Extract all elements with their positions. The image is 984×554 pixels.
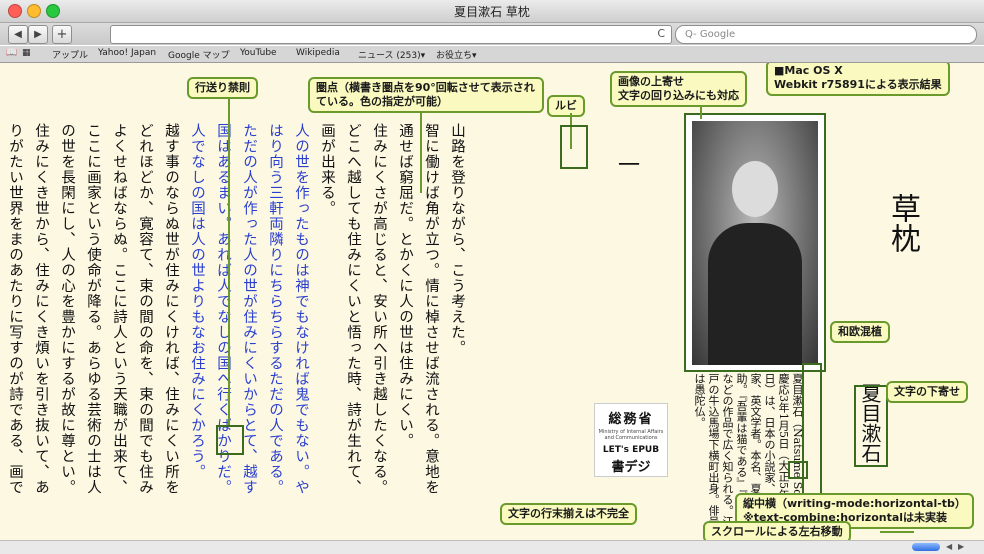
chapter-number: 一 — [614, 153, 639, 175]
scroll-left-icon[interactable]: ◀ — [946, 542, 952, 551]
bookmark-yahoo[interactable]: Yahoo! Japan — [98, 48, 156, 58]
callout-line-image — [700, 107, 702, 119]
horizontal-scrollbar[interactable]: ◀ ▶ — [0, 540, 984, 554]
address-bar[interactable]: C — [110, 25, 672, 44]
scroll-thumb[interactable] — [912, 543, 940, 551]
scroll-right-icon[interactable]: ▶ — [958, 542, 964, 551]
callout-shitayose: 文字の下寄せ — [886, 381, 968, 403]
title-bar: 夏目漱石 草枕 — [0, 0, 984, 23]
tatechuyoko-frame — [788, 461, 808, 479]
callout-line-scroll — [880, 531, 914, 533]
back-button[interactable]: ◀ — [8, 25, 28, 44]
main-text: 山路を登りながら、こう考えた。 智に働けば角が立つ。情に棹させば流される。意地を… — [7, 123, 470, 498]
paragraph-1: 山路を登りながら、こう考えた。 — [449, 123, 465, 356]
bookmark-news[interactable]: ニュース (253)▾ — [358, 48, 425, 61]
ministry-logo: 総務省 Ministry of Internal Affairs and Com… — [594, 403, 668, 477]
logo-brand: 書デジ — [611, 460, 651, 475]
book-icon[interactable]: 📖 — [6, 48, 17, 58]
callout-scroll: スクロールによる左右移動 — [703, 521, 851, 540]
paragraph-5: 越す事のならぬ世が住みにくければ、住みにくい所をどれほどか、寛容て、束の間の命を… — [59, 123, 179, 495]
bookmark-google-maps[interactable]: Google マップ — [168, 48, 230, 61]
page-content: 草枕 夏目漱石（Natsume Soseki）慶応3年1月5日（大正5年12月9… — [0, 63, 984, 540]
ruby-frame — [560, 125, 588, 169]
bookmark-useful[interactable]: お役立ち▾ — [436, 48, 477, 61]
paragraph-6: 住みにくき世から、住みにくき煩いを引き抜いて、ありがたい世界をまのあたりに写すの… — [7, 123, 49, 495]
book-title: 草枕 — [885, 193, 920, 253]
paragraph-3: 住みにくさが高じると、安い所へ引き越したくなる。どこへ越しても住みにくいと悟った… — [319, 123, 387, 495]
portrait-head — [732, 161, 778, 217]
logo-subtitle: Ministry of Internal Affairs and Communi… — [598, 429, 664, 441]
callout-gyookuri: 行送り禁則 — [187, 77, 258, 99]
author-portrait — [684, 113, 826, 372]
callout-image: 画像の上寄せ 文字の回り込みにも対応 — [610, 71, 747, 107]
callout-ruby: ルビ — [547, 95, 585, 117]
add-bookmark-button[interactable]: + — [52, 25, 72, 44]
paragraph-4: 人の世を作ったものは神でもなければ鬼でもない。やはり向う三軒両隣りにちらちらする… — [189, 123, 309, 495]
callout-line-kenten — [420, 113, 422, 193]
bookmark-apple[interactable]: アップル — [52, 48, 88, 61]
callout-wao: 和欧混植 — [830, 321, 890, 343]
portrait-photo — [692, 121, 818, 365]
search-field[interactable]: Q- Google — [675, 25, 977, 44]
callout-macos: ■Mac OS X Webkit r75891による表示結果 — [766, 63, 950, 96]
paragraph-2: 智に働けば角が立つ。情に棹させば流される。意地を通せば窮屈だ。とかくに人の世は住… — [397, 123, 439, 495]
browser-window: 夏目漱石 草枕 ◀ ▶ + C Q- Google 📖 ▦ アップル Yahoo… — [0, 0, 984, 554]
logo-epub: LET's EPUB — [602, 445, 660, 455]
callout-kenten: 圏点（横書き圏点を90°回転させて表示されている。色の指定が可能） — [308, 77, 544, 113]
gyookuri-frame — [216, 425, 244, 455]
portrait-suit — [708, 223, 802, 365]
bookmarks-bar: 📖 ▦ アップル Yahoo! Japan Google マップ YouTube… — [0, 46, 984, 63]
bookmark-youtube[interactable]: YouTube — [240, 48, 277, 58]
bookmark-wikipedia[interactable]: Wikipedia — [296, 48, 340, 58]
logo-name: 総務省 — [608, 412, 654, 427]
forward-button[interactable]: ▶ — [28, 25, 48, 44]
author-frame — [854, 385, 888, 467]
reload-icon[interactable]: C — [657, 27, 665, 40]
grid-icon[interactable]: ▦ — [22, 48, 31, 58]
toolbar: ◀ ▶ + C Q- Google — [0, 23, 984, 45]
callout-gyomatsu: 文字の行末揃えは不完全 — [500, 503, 637, 525]
window-title: 夏目漱石 草枕 — [454, 5, 530, 19]
callout-line-gyookuri — [228, 97, 230, 427]
